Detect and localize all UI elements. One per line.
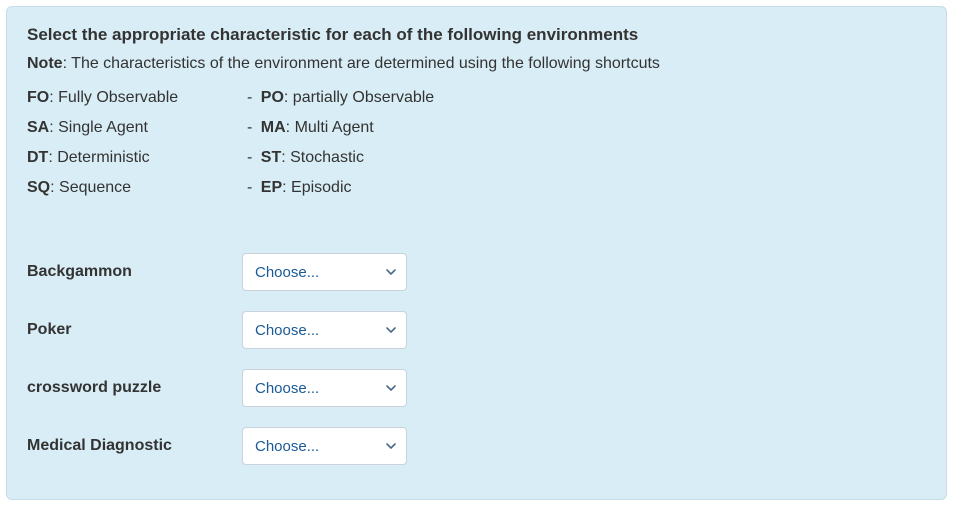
abbr-text: : Multi Agent <box>286 119 374 136</box>
select-value[interactable]: Choose... <box>242 369 407 407</box>
definition-row: DT: Deterministic - ST: Stochastic <box>27 143 926 173</box>
separator: - <box>247 179 261 196</box>
abbr: DT <box>27 149 48 166</box>
abbr: ST <box>261 149 281 166</box>
select-value[interactable]: Choose... <box>242 253 407 291</box>
select-value[interactable]: Choose... <box>242 427 407 465</box>
question-row: Backgammon Choose... <box>27 243 926 301</box>
abbr-text: : Single Agent <box>49 119 148 136</box>
abbr-text: : partially Observable <box>284 89 434 106</box>
question-row: Poker Choose... <box>27 301 926 359</box>
question-row: Medical Diagnostic Choose... <box>27 417 926 475</box>
question-label: crossword puzzle <box>27 379 242 397</box>
question-heading: Select the appropriate characteristic fo… <box>27 25 926 45</box>
note-label: Note <box>27 55 63 72</box>
definition-row: SA: Single Agent - MA: Multi Agent <box>27 113 926 143</box>
abbr: SA <box>27 119 49 136</box>
question-label: Poker <box>27 321 242 339</box>
separator: - <box>247 149 261 166</box>
note-text: : The characteristics of the environment… <box>63 55 660 72</box>
answer-select-backgammon[interactable]: Choose... <box>242 253 407 291</box>
question-row: crossword puzzle Choose... <box>27 359 926 417</box>
abbr-text: : Fully Observable <box>49 89 178 106</box>
abbr-text: : Episodic <box>282 179 351 196</box>
note-line: Note: The characteristics of the environ… <box>27 55 926 73</box>
abbr: PO <box>261 89 284 106</box>
question-label: Medical Diagnostic <box>27 437 242 455</box>
answers-block: Backgammon Choose... Poker Choose... cro… <box>27 243 926 475</box>
definition-row: SQ: Sequence - EP: Episodic <box>27 173 926 203</box>
abbr: SQ <box>27 179 50 196</box>
answer-select-medical[interactable]: Choose... <box>242 427 407 465</box>
abbr-text: : Deterministic <box>48 149 149 166</box>
answer-select-crossword[interactable]: Choose... <box>242 369 407 407</box>
separator: - <box>247 119 261 136</box>
abbr: FO <box>27 89 49 106</box>
select-value[interactable]: Choose... <box>242 311 407 349</box>
question-label: Backgammon <box>27 263 242 281</box>
abbr-text: : Sequence <box>50 179 131 196</box>
abbr: EP <box>261 179 282 196</box>
definition-row: FO: Fully Observable - PO: partially Obs… <box>27 83 926 113</box>
separator: - <box>247 89 261 106</box>
abbr-text: : Stochastic <box>281 149 364 166</box>
definitions-block: FO: Fully Observable - PO: partially Obs… <box>27 83 926 203</box>
question-panel: Select the appropriate characteristic fo… <box>6 6 947 500</box>
answer-select-poker[interactable]: Choose... <box>242 311 407 349</box>
abbr: MA <box>261 119 286 136</box>
